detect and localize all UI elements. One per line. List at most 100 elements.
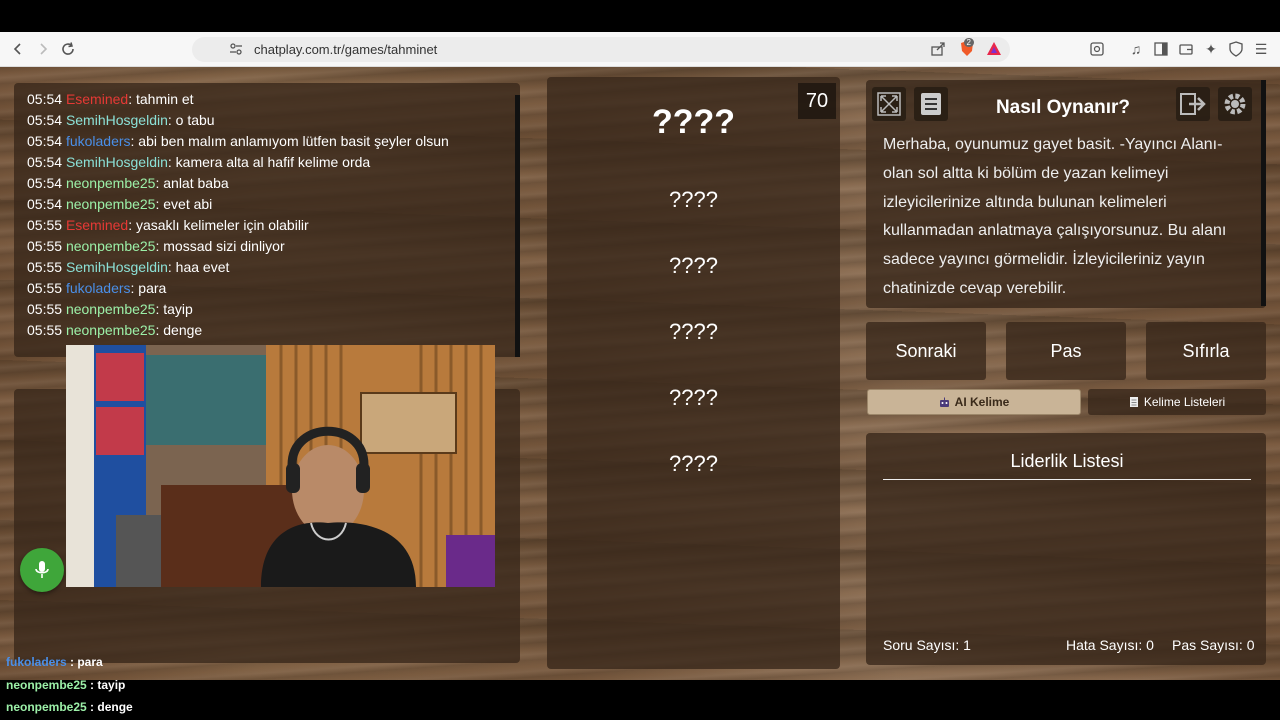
chat-username: fukoladers [65, 133, 131, 149]
chat-scrollbar[interactable] [515, 95, 520, 357]
reset-button[interactable]: Sıfırla [1146, 322, 1266, 380]
leo-icon[interactable]: ✦ [1201, 39, 1221, 59]
chat-text: : tayip [155, 301, 193, 317]
error-count: Hata Sayısı: 0 [1066, 637, 1154, 653]
chat-text: : evet abi [155, 196, 213, 212]
chat-username: Esemined [65, 217, 129, 233]
sidebar-icon[interactable] [1151, 39, 1171, 59]
overlay-chat-text: : denge [86, 700, 133, 714]
chat-text: : yasaklı kelimeler için olabilir [128, 217, 309, 233]
brave-rewards-icon[interactable] [986, 41, 1002, 62]
chat-username: SemihHosgeldin [65, 154, 168, 170]
chat-username: neonpembe25 [65, 322, 156, 338]
forbidden-word: ???? [669, 451, 718, 476]
chat-message: 05:55 fukoladers: para [27, 278, 507, 299]
chat-timestamp: 05:55 [27, 322, 66, 338]
chat-timestamp: 05:54 [27, 175, 66, 191]
overlay-chat-username: neonpembe25 [6, 700, 87, 714]
chat-message: 05:54 SemihHosgeldin: kamera alta al haf… [27, 152, 507, 173]
chat-username: SemihHosgeldin [65, 259, 168, 275]
overlay-chat-username: fukoladers [6, 655, 67, 669]
chat-message: 05:55 Esemined: yasaklı kelimeler için o… [27, 215, 507, 236]
forward-icon[interactable] [31, 37, 55, 61]
chat-username: neonpembe25 [65, 238, 156, 254]
chat-timestamp: 05:54 [27, 196, 66, 212]
question-count: Soru Sayısı: 1 [883, 637, 971, 653]
overlay-chat-message: fukoladers : para [6, 655, 103, 669]
window-top-bar [0, 0, 1280, 32]
media-icon[interactable]: ♫ [1126, 39, 1146, 59]
chat-message: 05:54 neonpembe25: evet abi [27, 194, 507, 215]
forbidden-word: ???? [669, 253, 718, 278]
browser-toolbar: chatplay.com.tr/games/tahminet 2 ♫ ✦ ☰ [0, 32, 1280, 67]
chat-message: 05:55 neonpembe25: mossad sizi dinliyor [27, 236, 507, 257]
chat-username: Esemined [65, 91, 129, 107]
share-icon[interactable] [930, 41, 946, 62]
shields-count-badge: 2 [963, 38, 974, 47]
address-bar[interactable]: chatplay.com.tr/games/tahminet 2 [192, 37, 1010, 62]
robot-icon [939, 397, 950, 408]
microphone-button[interactable] [20, 548, 64, 592]
overlay-chat-username: neonpembe25 [6, 678, 87, 692]
forbidden-word: ???? [669, 385, 718, 410]
leaderboard-title: Liderlik Listesi [883, 451, 1251, 480]
wallet-icon[interactable] [1176, 39, 1196, 59]
chat-text: : haa evet [167, 259, 230, 275]
overlay-chat-message: neonpembe25 : tayip [6, 678, 125, 692]
word-card-panel [547, 77, 840, 669]
back-icon[interactable] [6, 37, 30, 61]
tab-ai-word[interactable]: AI Kelime [867, 389, 1081, 415]
forbidden-word: ???? [669, 187, 718, 212]
chat-username: neonpembe25 [65, 196, 156, 212]
chat-timestamp: 05:54 [27, 133, 66, 149]
menu-icon[interactable]: ☰ [1251, 39, 1271, 59]
how-to-play-scrollbar[interactable] [1261, 80, 1266, 306]
overlay-chat-text: : para [66, 655, 103, 669]
notepad-icon [1129, 396, 1139, 408]
how-to-play-text: Merhaba, oyunumuz gayet basit. -Yayıncı … [883, 136, 1227, 297]
vpn-icon[interactable] [1226, 39, 1246, 59]
url-text: chatplay.com.tr/games/tahminet [254, 42, 438, 57]
site-info-icon[interactable] [228, 41, 244, 62]
chat-text: : para [130, 280, 167, 296]
chat-message: 05:55 neonpembe25: denge [27, 320, 507, 341]
chat-text: : tahmin et [128, 91, 194, 107]
chat-message: 05:55 SemihHosgeldin: haa evet [27, 257, 507, 278]
chat-timestamp: 05:55 [27, 238, 66, 254]
tab-word-lists[interactable]: Kelime Listeleri [1088, 389, 1266, 415]
chat-username: SemihHosgeldin [65, 112, 168, 128]
chat-username: neonpembe25 [65, 175, 156, 191]
chat-timestamp: 05:55 [27, 259, 66, 275]
overlay-chat-message: neonpembe25 : denge [6, 700, 133, 714]
chat-message: 05:54 SemihHosgeldin: o tabu [27, 110, 507, 131]
rules-document-icon[interactable] [914, 87, 948, 121]
chat-panel: 05:54 Esemined: tahmin et 05:54 SemihHosg… [14, 83, 520, 357]
chat-timestamp: 05:54 [27, 91, 66, 107]
chat-text: : denge [155, 322, 203, 338]
pass-button[interactable]: Pas [1006, 322, 1126, 380]
reader-icon[interactable] [1087, 39, 1107, 59]
chat-message: 05:55 neonpembe25: tayip [27, 299, 507, 320]
next-button[interactable]: Sonraki [866, 322, 986, 380]
overlay-chat-text: : tayip [86, 678, 126, 692]
forbidden-word: ???? [669, 319, 718, 344]
chat-timestamp: 05:54 [27, 112, 66, 128]
webcam-video [66, 345, 495, 587]
chat-username: neonpembe25 [65, 301, 156, 317]
chat-timestamp: 05:55 [27, 301, 66, 317]
chat-timestamp: 05:54 [27, 154, 66, 170]
chat-text: : kamera alta al hafif kelime orda [167, 154, 371, 170]
how-to-play-title: Nasıl Oynanır? [995, 97, 1131, 118]
chat-timestamp: 05:55 [27, 280, 66, 296]
pass-count: Pas Sayısı: 0 [1172, 637, 1255, 653]
target-word: ???? [651, 103, 736, 141]
reload-icon[interactable] [56, 37, 80, 61]
chat-text: : mossad sizi dinliyor [155, 238, 285, 254]
tab-ai-word-label: AI Kelime [954, 395, 1010, 409]
chat-text: : anlat baba [155, 175, 229, 191]
chat-message: 05:54 Esemined: tahmin et [27, 89, 507, 110]
chat-text: : o tabu [167, 112, 215, 128]
exit-icon[interactable] [1176, 87, 1210, 121]
settings-gear-icon[interactable] [1218, 87, 1252, 121]
fullscreen-icon[interactable] [872, 87, 906, 121]
